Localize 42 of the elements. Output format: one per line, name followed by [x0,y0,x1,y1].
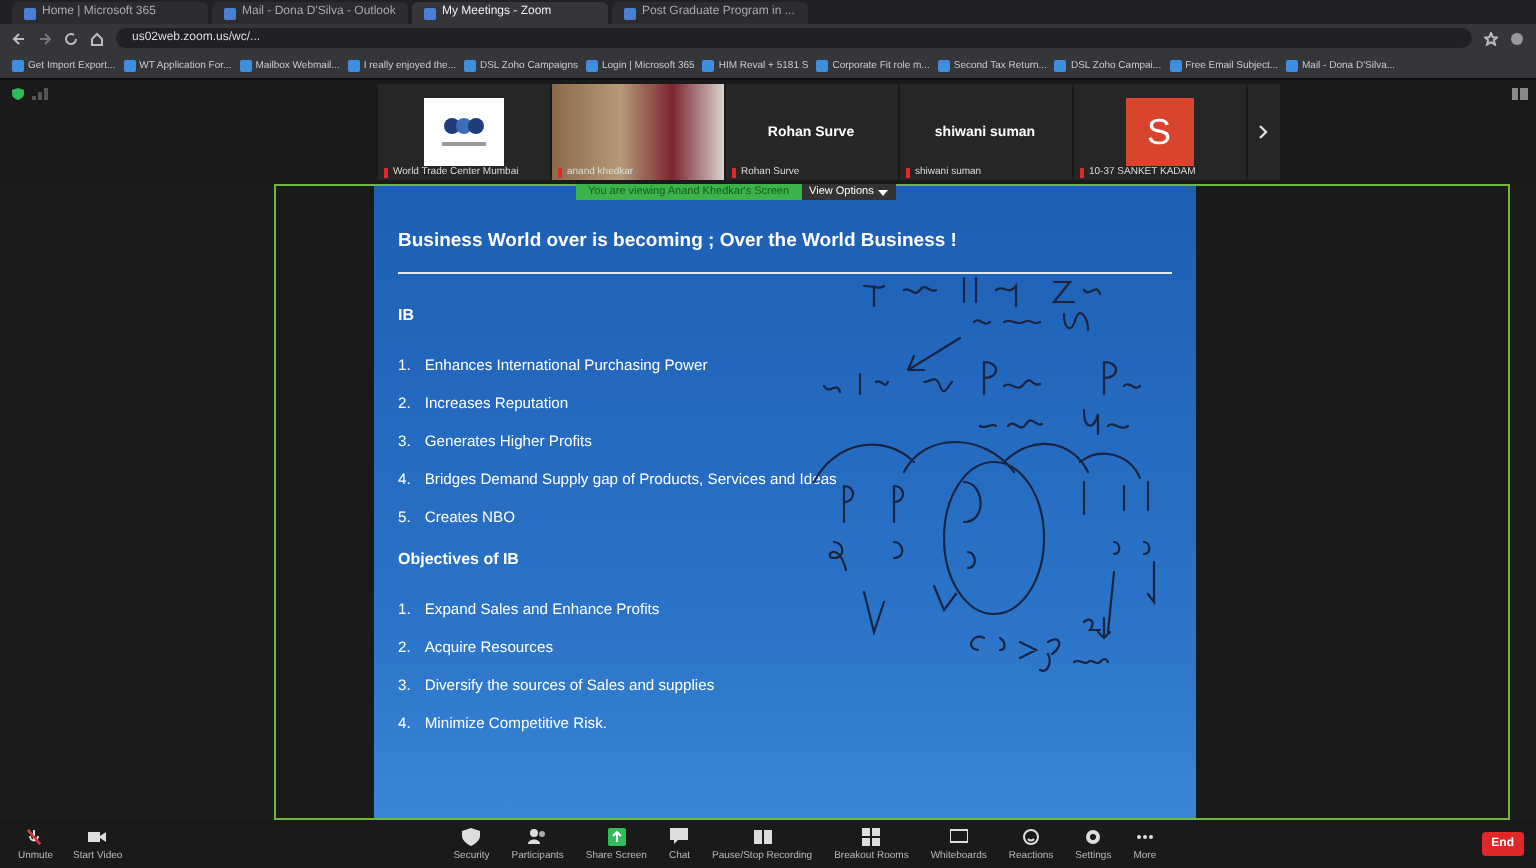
page-icon [586,59,598,71]
page-icon [12,59,24,71]
forward-icon[interactable] [38,31,52,45]
page-icon [463,59,476,71]
page-icon [816,59,829,71]
page-icon [702,59,715,71]
section-heading: IB [398,306,416,324]
star-icon[interactable] [1484,31,1498,45]
page-icon [1054,59,1067,71]
grid-icon [862,827,881,845]
page-icon [123,59,136,71]
logo-icon [423,98,503,166]
whiteboard-icon [949,827,968,845]
caret-icon [877,189,888,195]
page-icon [937,59,950,71]
smiley-icon [1022,827,1041,845]
share-icon [607,827,626,845]
signal-icon [32,88,48,100]
home-icon[interactable] [90,31,104,45]
page-icon [424,7,436,19]
page-icon [224,7,236,19]
page-icon [1286,59,1298,71]
pause-icon [753,827,772,845]
video-camera-icon [88,827,107,845]
chevron-icon [1258,124,1268,140]
shield-icon [462,827,481,845]
page-icon [624,7,636,19]
page-icon [1169,59,1182,71]
back-icon[interactable] [12,31,26,45]
profile-icon[interactable] [1510,31,1524,45]
page-icon [347,59,360,71]
reload-icon[interactable] [64,31,78,45]
people-icon [528,827,547,845]
shield-icon [12,88,24,100]
section-heading: Objectives of IB [398,550,521,568]
settings-icon [1084,827,1103,845]
chat-bubble-icon [670,827,689,845]
view-icon[interactable] [1512,88,1528,100]
page-icon [24,7,36,19]
page-icon [239,59,252,71]
slide-title: Business World over is becoming ; Over the World Business ! [398,230,959,252]
avatar: S [1125,98,1193,166]
